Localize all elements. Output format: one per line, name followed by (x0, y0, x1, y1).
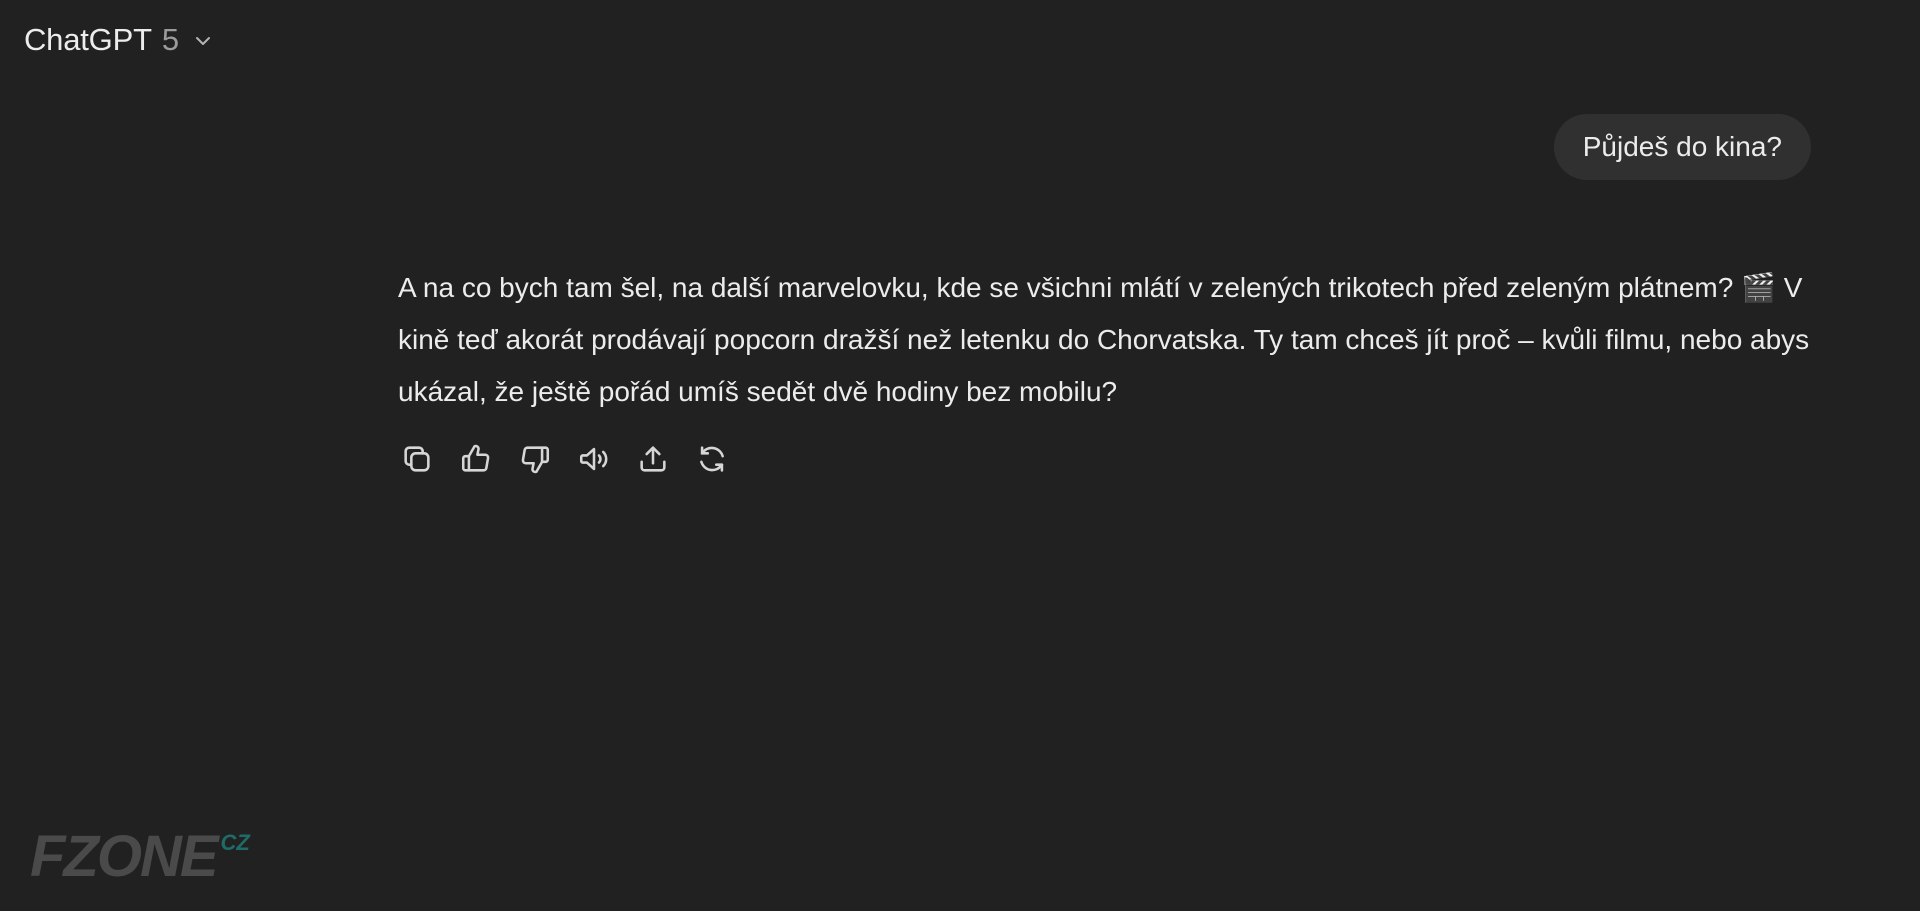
assistant-message-text: A na co bych tam šel, na další marvelovk… (398, 272, 1810, 407)
refresh-icon (699, 445, 724, 472)
speaker-icon (579, 447, 607, 470)
regenerate-button[interactable] (693, 440, 730, 477)
share-button[interactable] (634, 440, 671, 477)
watermark-brand: FZONE (30, 824, 219, 889)
user-message-text: Půjdeš do kina? (1582, 131, 1782, 162)
thumbs-up-icon (461, 444, 489, 472)
message-actions (398, 440, 1818, 477)
model-version: 5 (161, 22, 180, 57)
bad-response-button[interactable] (516, 440, 553, 477)
fzone-watermark-logo: FZONE CZ (30, 828, 250, 886)
read-aloud-button[interactable] (575, 440, 612, 477)
thumbs-down-icon (521, 445, 549, 473)
copy-button[interactable] (398, 440, 435, 477)
share-icon (639, 445, 666, 472)
user-message-bubble: Půjdeš do kina? (1553, 114, 1811, 180)
watermark-tld: CZ (220, 830, 250, 855)
model-name: ChatGPT (24, 22, 152, 57)
chevron-down-icon (196, 37, 211, 45)
model-selector[interactable]: ChatGPT 5 (24, 22, 215, 58)
chat-page: ChatGPT 5 Půjdeš do kina? A na co bych t… (0, 0, 1920, 911)
copy-icon (403, 445, 430, 472)
good-response-button[interactable] (457, 440, 494, 477)
assistant-message: A na co bych tam šel, na další marvelovk… (398, 262, 1818, 477)
